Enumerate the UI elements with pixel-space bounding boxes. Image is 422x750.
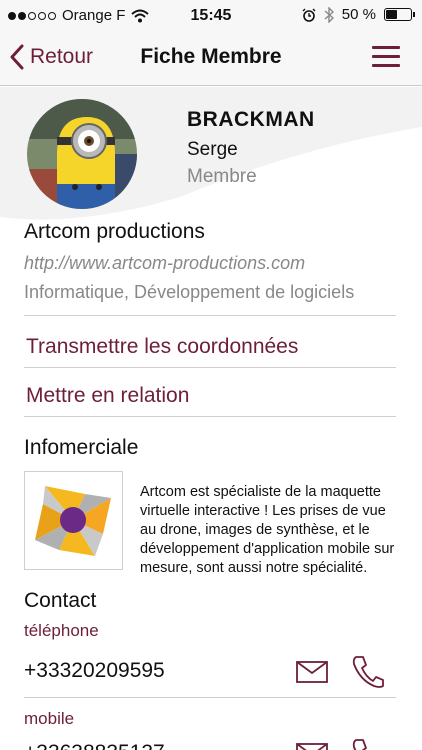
contact-title: Contact	[24, 589, 97, 612]
bluetooth-icon	[324, 6, 334, 23]
back-label: Retour	[30, 45, 94, 68]
phone-icon[interactable]	[352, 654, 384, 688]
mobile-value: +33638835137	[24, 741, 165, 750]
artcom-logo-icon	[35, 486, 111, 556]
nav-bar: Retour Fiche Membre	[0, 32, 422, 86]
back-button[interactable]: Retour	[10, 44, 93, 70]
infomercial-text: Artcom est spécialiste de la maquette vi…	[140, 484, 395, 576]
phone-icon[interactable]	[352, 737, 384, 750]
hamburger-menu-icon[interactable]	[372, 46, 400, 68]
company-logo	[24, 471, 123, 570]
infomercial-title: Infomerciale	[24, 436, 139, 459]
divider	[24, 315, 396, 316]
battery-fill	[386, 10, 397, 19]
mobile-label: mobile	[24, 709, 75, 728]
member-detail-content[interactable]: BRACKMAN Serge Membre Artcom productions…	[0, 87, 422, 750]
share-contact-button[interactable]: Transmettre les coordonnées	[26, 335, 298, 359]
battery-percent: 50 %	[341, 6, 376, 23]
status-bar: Orange F 15:45 50 %	[0, 0, 422, 32]
battery-icon	[384, 8, 415, 21]
phone-label: téléphone	[24, 621, 99, 640]
mail-icon[interactable]	[296, 661, 328, 683]
avatar	[27, 99, 137, 209]
company-name: Artcom productions	[24, 220, 205, 243]
member-role: Membre	[187, 166, 257, 187]
website-link[interactable]: http://www.artcom-productions.com	[24, 253, 305, 274]
avatar-image	[27, 99, 137, 209]
mail-icon[interactable]	[296, 743, 328, 750]
status-right: 50 %	[302, 6, 415, 23]
alarm-icon	[302, 8, 316, 22]
divider	[24, 367, 396, 368]
member-first-name: Serge	[187, 139, 238, 160]
phone-value: +33320209595	[24, 659, 165, 682]
divider	[24, 416, 396, 417]
connect-button[interactable]: Mettre en relation	[26, 384, 189, 408]
company-sector: Informatique, Développement de logiciels	[24, 282, 355, 302]
member-last-name: BRACKMAN	[187, 108, 315, 131]
chevron-left-icon	[10, 44, 24, 70]
divider	[24, 697, 396, 698]
